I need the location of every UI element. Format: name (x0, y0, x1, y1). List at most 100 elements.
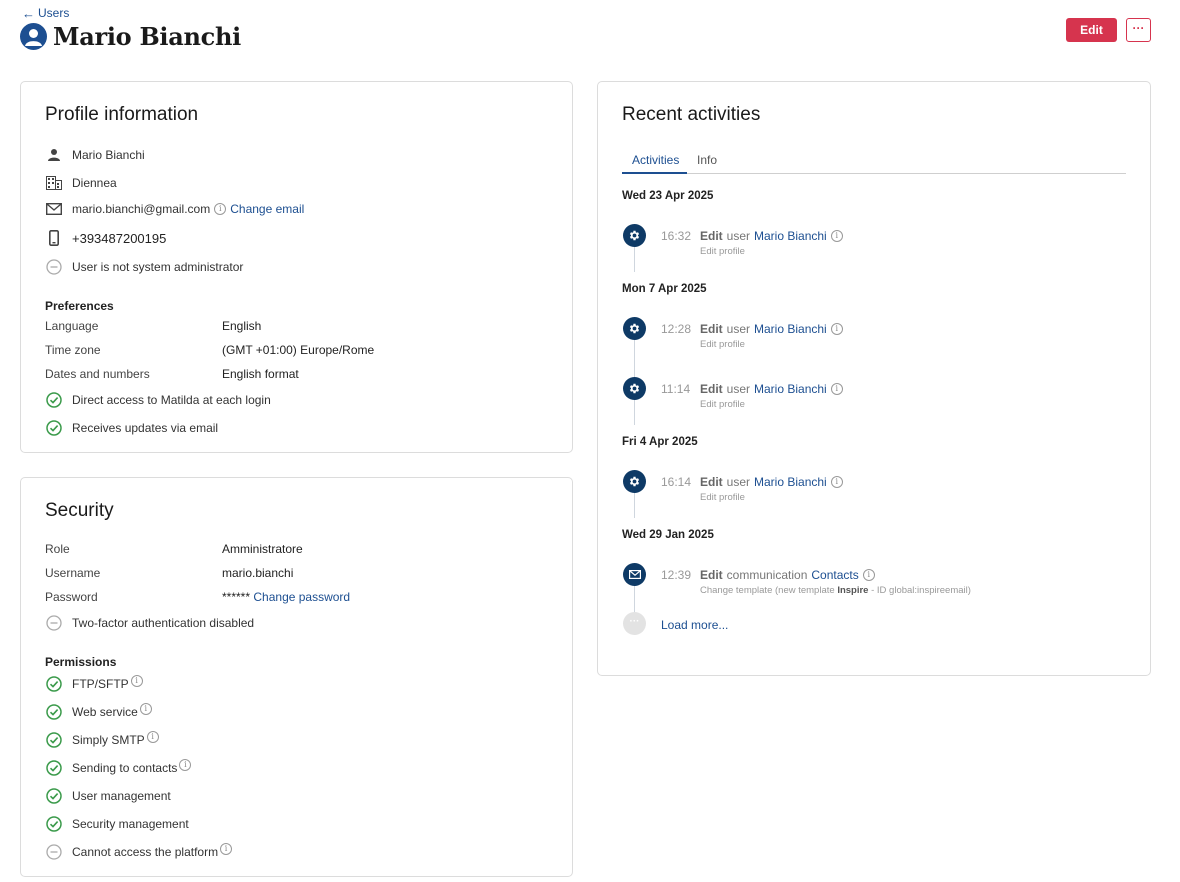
back-link[interactable]: ← Users (22, 6, 69, 20)
profile-email: mario.bianchi@gmail.com (72, 202, 211, 216)
profile-email-row: mario.bianchi@gmail.com i Change email (45, 200, 304, 218)
security-card: Security Role Amministratore Username mari… (20, 477, 573, 877)
activity-target-link[interactable]: Mario Bianchi (754, 322, 827, 336)
activities-tabs: Activities Info (622, 152, 1126, 174)
activity-date: Mon 7 Apr 2025 (622, 283, 707, 295)
mail-icon (45, 200, 63, 218)
timeline-line (634, 247, 635, 272)
profile-admin-row: User is not system administrator (45, 258, 243, 276)
activity-target-link[interactable]: Contacts (811, 568, 858, 582)
activity-time: 16:32 (661, 229, 692, 243)
pref-language: Language English (45, 319, 262, 333)
gear-icon (623, 377, 646, 400)
user-icon (25, 29, 42, 46)
minus-circle-icon (45, 843, 63, 861)
info-icon[interactable]: i (830, 323, 843, 335)
activity-description: Edit user Mario Bianchi i (700, 322, 847, 336)
activity-target-link[interactable]: Mario Bianchi (754, 382, 827, 396)
info-icon[interactable]: i (130, 675, 143, 687)
load-more-link[interactable]: Load more... (661, 618, 728, 632)
activity-detail: Edit profile (700, 339, 745, 350)
info-icon[interactable]: i (862, 569, 875, 581)
check-circle-icon (45, 815, 63, 833)
info-icon[interactable]: i (179, 759, 192, 771)
check-circle-icon (45, 675, 63, 693)
security-role: Role Amministratore (45, 542, 303, 556)
permission-item: FTP/SFTP i (45, 675, 147, 693)
pref-email-updates: Receives updates via email (45, 419, 218, 437)
arrow-left-icon: ← (22, 5, 35, 21)
permissions-heading: Permissions (45, 655, 117, 669)
permission-item: Simply SMTP i (45, 731, 163, 749)
pref-timezone: Time zone (GMT +01:00) Europe/Rome (45, 343, 375, 357)
avatar (20, 23, 47, 50)
permission-item: Security management (45, 815, 189, 833)
activity-detail: Edit profile (700, 492, 745, 503)
check-circle-icon (45, 419, 63, 437)
info-icon[interactable]: i (214, 203, 227, 215)
smartphone-icon (45, 229, 63, 247)
preferences-heading: Preferences (45, 299, 114, 313)
check-circle-icon (45, 731, 63, 749)
info-icon[interactable]: i (146, 731, 159, 743)
info-icon[interactable]: i (830, 383, 843, 395)
activity-date: Wed 29 Jan 2025 (622, 529, 714, 541)
back-link-label: Users (38, 6, 70, 20)
info-icon[interactable]: i (830, 476, 843, 488)
activity-detail: Edit profile (700, 246, 745, 257)
security-password: Password ****** Change password (45, 590, 351, 604)
more-dots-icon: ··· (623, 612, 646, 635)
activity-target-link[interactable]: Mario Bianchi (754, 475, 827, 489)
gear-icon (623, 470, 646, 493)
minus-circle-icon (45, 258, 63, 276)
activity-date: Fri 4 Apr 2025 (622, 436, 698, 448)
page-title-row: Mario Bianchi (20, 22, 241, 51)
check-circle-icon (45, 703, 63, 721)
check-circle-icon (45, 787, 63, 805)
info-icon[interactable]: i (220, 843, 233, 855)
permission-item: Sending to contacts i (45, 759, 195, 777)
profile-admin-status: User is not system administrator (72, 260, 244, 274)
pref-dates: Dates and numbers English format (45, 367, 299, 381)
active-tab-indicator (622, 172, 687, 174)
minus-circle-icon (45, 614, 63, 632)
change-password-link[interactable]: Change password (253, 590, 350, 604)
activity-description: Edit user Mario Bianchi i (700, 229, 847, 243)
activities-card-title: Recent activities (622, 104, 761, 125)
gear-icon (623, 224, 646, 247)
activity-time: 12:28 (661, 322, 692, 336)
info-icon[interactable]: i (830, 230, 843, 242)
profile-name-row: Mario Bianchi (45, 146, 145, 164)
timeline-line (634, 493, 635, 518)
mail-icon (623, 563, 646, 586)
activity-date: Wed 23 Apr 2025 (622, 190, 714, 202)
activity-target-link[interactable]: Mario Bianchi (754, 229, 827, 243)
activity-detail: Edit profile (700, 399, 745, 410)
gear-icon (623, 317, 646, 340)
more-options-button[interactable]: ··· (1126, 18, 1151, 42)
activity-time: 12:39 (661, 568, 692, 582)
profile-name: Mario Bianchi (72, 148, 145, 162)
profile-card: Profile information Mario Bianchi Dienne… (20, 81, 573, 453)
profile-company-row: Diennea (45, 174, 117, 192)
edit-button[interactable]: Edit (1066, 18, 1117, 42)
tab-activities[interactable]: Activities (632, 153, 679, 167)
activity-description: Edit user Mario Bianchi i (700, 475, 847, 489)
profile-company: Diennea (72, 176, 117, 190)
pref-direct-access: Direct access to Matilda at each login (45, 391, 271, 409)
check-circle-icon (45, 391, 63, 409)
tab-info[interactable]: Info (697, 153, 717, 167)
security-card-title: Security (45, 500, 114, 521)
activities-card: Recent activities Activities Info Wed 23… (597, 81, 1151, 676)
security-username: Username mario.bianchi (45, 566, 294, 580)
security-2fa-row: Two-factor authentication disabled (45, 614, 254, 632)
activity-detail: Change template (new template Inspire - … (700, 585, 971, 596)
permission-item: Cannot access the platform i (45, 843, 236, 861)
info-icon[interactable]: i (139, 703, 152, 715)
permission-item: Web service i (45, 703, 156, 721)
change-email-link[interactable]: Change email (230, 202, 304, 216)
activity-time: 16:14 (661, 475, 692, 489)
security-2fa-status: Two-factor authentication disabled (72, 616, 255, 630)
profile-phone-row: +393487200195 (45, 229, 166, 247)
activity-description: Edit communication Contacts i (700, 568, 879, 582)
